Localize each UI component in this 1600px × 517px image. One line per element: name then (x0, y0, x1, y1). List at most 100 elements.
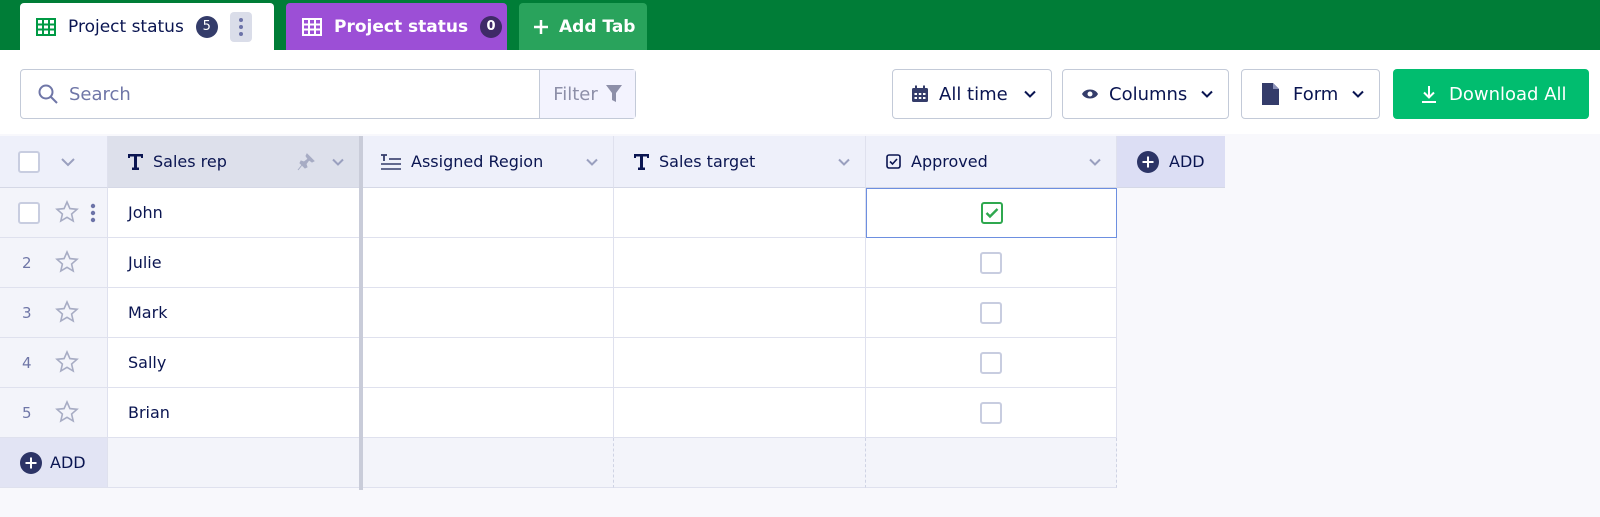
cell-approved[interactable] (866, 288, 1117, 338)
approved-checkbox[interactable] (980, 401, 1002, 424)
cell-assigned-region[interactable] (363, 188, 614, 238)
cell-approved[interactable] (866, 388, 1117, 438)
approved-checkbox[interactable] (980, 202, 1003, 224)
column-header-sales-target[interactable]: Sales target (614, 136, 866, 188)
row-menu-icon[interactable] (90, 203, 96, 223)
date-range-label: All time (939, 83, 1008, 105)
chevron-down-icon (1352, 90, 1364, 98)
long-text-icon (381, 153, 401, 170)
star-icon[interactable] (55, 400, 79, 424)
tab-count-badge: 0 (480, 15, 503, 38)
checkbox-icon (886, 154, 901, 169)
row-number: 2 (22, 253, 32, 272)
add-row-label: ADD (50, 453, 86, 472)
add-row-filler (614, 438, 866, 488)
add-column-button[interactable]: ADD (1117, 136, 1225, 188)
filter-label: Filter (553, 83, 598, 105)
columns-label: Columns (1109, 83, 1188, 105)
download-all-label: Download All (1449, 83, 1567, 105)
star-icon[interactable] (55, 300, 79, 324)
toolbar: Filter All time Columns Form Download Al… (0, 50, 1600, 134)
approved-checkbox[interactable] (980, 301, 1002, 324)
select-all-checkbox[interactable] (18, 150, 40, 173)
column-header-sales-rep[interactable]: Sales rep (108, 136, 360, 188)
chevron-down-icon[interactable] (585, 155, 599, 169)
cell-sales-rep[interactable]: John (108, 188, 360, 238)
date-range-dropdown[interactable]: All time (892, 69, 1052, 119)
select-all-header (0, 136, 108, 188)
download-icon (1422, 86, 1436, 103)
document-icon (1262, 83, 1279, 105)
add-row-filler (108, 438, 360, 488)
download-all-button[interactable]: Download All (1393, 69, 1589, 119)
columns-dropdown[interactable]: Columns (1062, 69, 1229, 119)
add-row-filler (866, 438, 1117, 488)
tab-menu-button[interactable] (229, 11, 252, 42)
chevron-down-icon (1201, 90, 1213, 98)
table-icon (36, 17, 56, 36)
row-number: 5 (22, 403, 32, 422)
column-label: Sales target (659, 152, 756, 171)
approved-checkbox[interactable] (980, 251, 1002, 274)
cell-assigned-region[interactable] (363, 288, 614, 338)
row-number: 3 (22, 303, 32, 322)
cell-sales-target[interactable] (614, 338, 866, 388)
column-header-approved[interactable]: Approved (866, 136, 1117, 188)
pin-icon[interactable] (297, 153, 315, 171)
search-box: Filter (20, 69, 636, 119)
add-row-filler (363, 438, 614, 488)
pinned-column-divider[interactable] (359, 136, 363, 490)
eye-icon (1082, 89, 1098, 99)
cell-sales-rep[interactable]: Sally (108, 338, 360, 388)
filter-icon (605, 85, 622, 102)
search-input[interactable] (69, 83, 519, 105)
plus-icon (534, 19, 548, 34)
cell-sales-rep[interactable]: Brian (108, 388, 360, 438)
chevron-down-icon[interactable] (60, 154, 76, 170)
approved-checkbox[interactable] (980, 351, 1002, 374)
table-row-gutter: 5 (0, 388, 108, 438)
checkmark-icon (985, 208, 998, 219)
add-row-button[interactable]: ADD (0, 438, 108, 488)
cell-sales-target[interactable] (614, 188, 866, 238)
cell-assigned-region[interactable] (363, 388, 614, 438)
cell-sales-rep[interactable]: Julie (108, 238, 360, 288)
table-row-gutter (0, 188, 108, 238)
table-icon (302, 17, 322, 36)
filter-button[interactable]: Filter (539, 70, 635, 118)
chevron-down-icon[interactable] (837, 155, 851, 169)
star-icon[interactable] (55, 250, 79, 274)
chevron-down-icon (1024, 90, 1036, 98)
text-type-icon (128, 153, 143, 170)
cell-assigned-region[interactable] (363, 238, 614, 288)
cell-approved[interactable] (866, 188, 1117, 238)
add-column-label: ADD (1169, 152, 1205, 171)
tab-label: Project status (68, 16, 184, 37)
cell-assigned-region[interactable] (363, 338, 614, 388)
star-icon[interactable] (55, 350, 79, 374)
text-type-icon (634, 153, 649, 170)
cell-sales-target[interactable] (614, 238, 866, 288)
cell-sales-target[interactable] (614, 288, 866, 338)
search-icon (38, 84, 58, 104)
star-icon[interactable] (55, 200, 79, 224)
column-label: Sales rep (153, 152, 227, 171)
column-header-assigned-region[interactable]: Assigned Region (363, 136, 614, 188)
cell-sales-rep[interactable]: Mark (108, 288, 360, 338)
tab-project-status-2[interactable]: Project status 0 (286, 3, 507, 50)
plus-circle-icon (20, 451, 42, 474)
chevron-down-icon[interactable] (331, 155, 345, 169)
cell-approved[interactable] (866, 238, 1117, 288)
tab-bar: Project status 5 Project status 0 Add Ta… (0, 0, 1600, 50)
tab-count-badge: 5 (195, 15, 218, 38)
column-label: Approved (911, 152, 988, 171)
row-checkbox[interactable] (18, 201, 40, 224)
chevron-down-icon[interactable] (1088, 155, 1102, 169)
cell-approved[interactable] (866, 338, 1117, 388)
tab-project-status-1[interactable]: Project status 5 (20, 3, 274, 50)
form-dropdown[interactable]: Form (1241, 69, 1380, 119)
cell-sales-target[interactable] (614, 388, 866, 438)
calendar-icon (912, 85, 928, 102)
add-tab-button[interactable]: Add Tab (519, 3, 647, 50)
tab-label: Project status (334, 16, 469, 37)
